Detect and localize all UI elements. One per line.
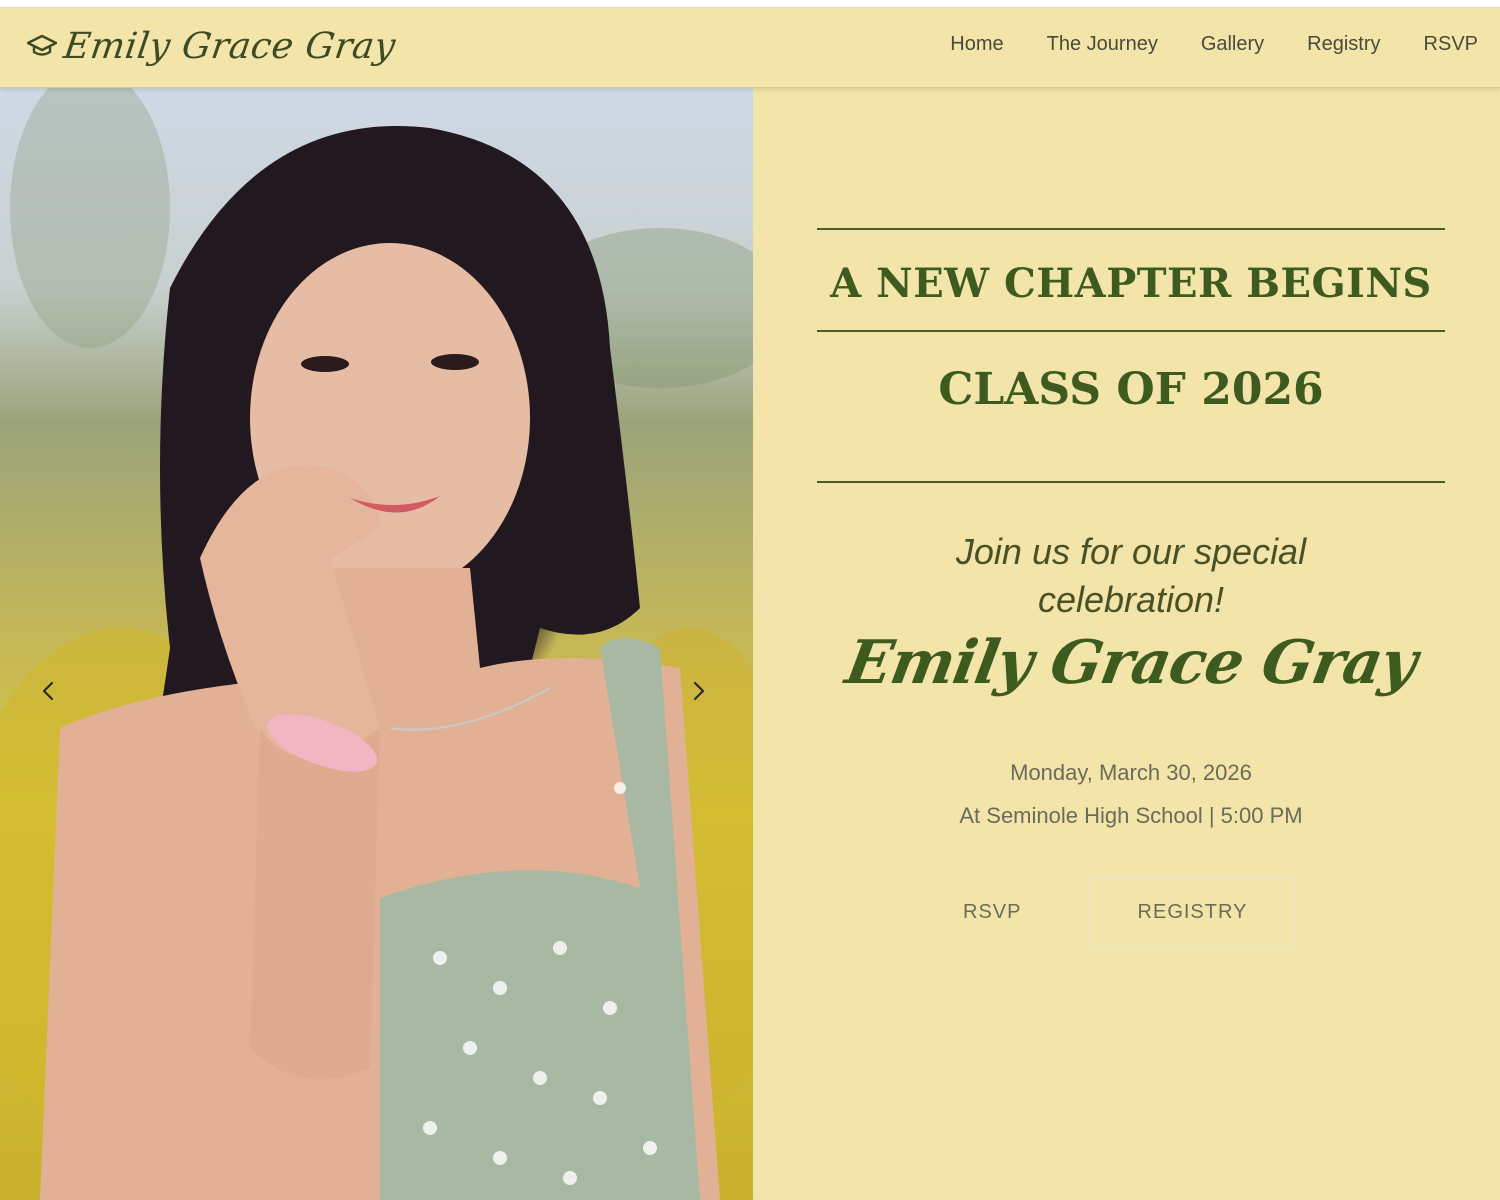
graduate-name: Emily Grace Gray [840, 628, 1422, 698]
divider-bottom [817, 481, 1445, 483]
divider-top [817, 228, 1445, 230]
site-header: Emily Grace Gray Home The Journey Galler… [0, 8, 1500, 88]
slider-prev-button[interactable] [28, 671, 68, 711]
page: Emily Grace Gray Home The Journey Galler… [0, 0, 1500, 1200]
slider-next-button[interactable] [679, 671, 719, 711]
nav-home[interactable]: Home [950, 33, 1003, 56]
event-location: At Seminole High School | 5:00 PM [959, 803, 1303, 828]
invite-text: Join us for our special celebration! [817, 528, 1445, 624]
chevron-right-icon [693, 681, 705, 701]
brand-name: Emily Grace Gray [61, 25, 399, 67]
nav-registry[interactable]: Registry [1307, 33, 1380, 56]
nav-gallery[interactable]: Gallery [1201, 33, 1264, 56]
browser-top-edge [0, 0, 1500, 8]
announcement-panel: A NEW CHAPTER BEGINS CLASS OF 2026 Join … [753, 88, 1500, 1200]
invite-line-2: celebration! [1037, 579, 1225, 620]
invite-line-1: Join us for our special [955, 531, 1307, 572]
registry-button[interactable]: REGISTRY [1089, 877, 1296, 948]
rsvp-button[interactable]: RSVP [947, 881, 1037, 944]
main-nav: Home The Journey Gallery Registry RSVP [950, 8, 1478, 80]
headline: A NEW CHAPTER BEGINS [830, 260, 1432, 307]
graduation-cap-icon [26, 30, 58, 62]
hero-photo [0, 88, 753, 1200]
portrait-photo [0, 88, 753, 1200]
class-year: CLASS OF 2026 [938, 364, 1324, 415]
event-date: Monday, March 30, 2026 [1010, 760, 1252, 785]
cta-row: RSVP REGISTRY [947, 877, 1296, 948]
brand[interactable]: Emily Grace Gray [26, 16, 399, 76]
divider-middle [817, 330, 1445, 332]
registry-button-label: REGISTRY [1137, 901, 1248, 923]
nav-rsvp[interactable]: RSVP [1424, 33, 1478, 56]
nav-the-journey[interactable]: The Journey [1047, 33, 1158, 56]
chevron-left-icon [42, 681, 54, 701]
